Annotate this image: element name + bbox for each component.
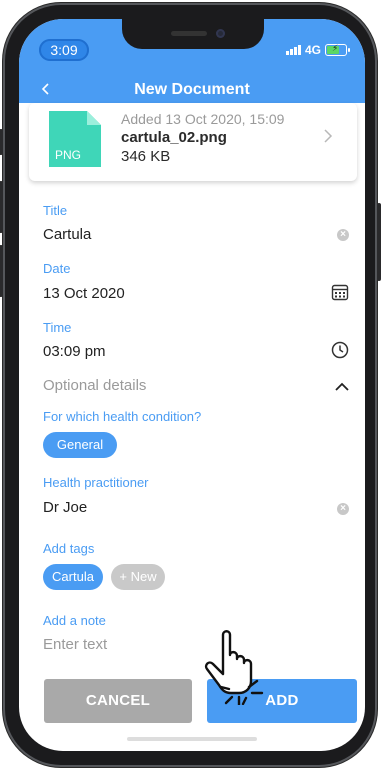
tags-label: Add tags xyxy=(43,541,95,556)
volume-down-button xyxy=(0,245,3,297)
speaker xyxy=(171,31,207,36)
practitioner-label: Health practitioner xyxy=(43,475,149,490)
optional-details-toggle[interactable]: Optional details xyxy=(43,377,146,394)
network-type: 4G xyxy=(304,43,321,57)
file-size: 346 KB xyxy=(121,148,171,165)
practitioner-input[interactable]: Dr Joe xyxy=(43,499,87,516)
status-time: 3:09 xyxy=(39,39,89,61)
clock-icon[interactable] xyxy=(331,341,349,364)
volume-up-button xyxy=(0,181,3,233)
power-button xyxy=(377,203,381,281)
calendar-icon[interactable] xyxy=(331,283,349,306)
time-input[interactable]: 03:09 pm xyxy=(43,343,106,360)
notch xyxy=(122,19,264,49)
status-indicators: 4G ⚡ xyxy=(285,43,350,57)
page-title: New Document xyxy=(134,81,250,98)
tap-hand-icon xyxy=(204,630,264,705)
clear-title-icon[interactable]: × xyxy=(337,229,349,241)
title-label: Title xyxy=(43,203,68,218)
new-tag-button[interactable]: + New xyxy=(111,564,165,590)
phone-frame: 3:09 4G ⚡ New Document PNG Added 13 Oct … xyxy=(0,3,381,767)
file-added-date: Added 13 Oct 2020, 15:09 xyxy=(121,111,285,127)
mute-switch xyxy=(0,129,3,155)
note-input[interactable]: Enter text xyxy=(43,636,107,653)
chevron-up-icon[interactable] xyxy=(335,379,349,397)
date-input[interactable]: 13 Oct 2020 xyxy=(43,285,125,302)
note-label: Add a note xyxy=(43,613,106,628)
file-card[interactable]: PNG Added 13 Oct 2020, 15:09 cartula_02.… xyxy=(29,103,357,181)
chevron-right-icon xyxy=(323,127,333,150)
png-file-icon: PNG xyxy=(49,111,101,167)
tag-chip-cartula[interactable]: Cartula xyxy=(43,564,103,590)
header-bar: 3:09 4G ⚡ New Document xyxy=(19,19,365,103)
signal-icon xyxy=(285,45,301,55)
battery-icon: ⚡ xyxy=(325,43,350,56)
condition-label: For which health condition? xyxy=(43,409,202,424)
png-icon-label: PNG xyxy=(55,148,81,162)
phone-screen: 3:09 4G ⚡ New Document PNG Added 13 Oct … xyxy=(19,19,365,751)
time-label: Time xyxy=(43,320,72,335)
camera xyxy=(216,29,225,38)
home-indicator xyxy=(127,737,257,741)
cancel-button[interactable]: CANCEL xyxy=(44,679,192,723)
date-label: Date xyxy=(43,261,71,276)
clear-practitioner-icon[interactable]: × xyxy=(337,503,349,515)
condition-chip-general[interactable]: General xyxy=(43,432,117,458)
title-input[interactable]: Cartula xyxy=(43,226,91,243)
file-name: cartula_02.png xyxy=(121,129,227,146)
